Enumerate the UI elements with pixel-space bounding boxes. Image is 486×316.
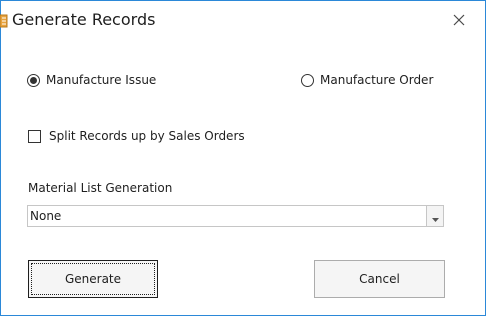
material-list-label: Material List Generation <box>28 181 173 195</box>
dropdown-arrow-icon <box>431 207 439 226</box>
radio-checked-icon <box>27 73 40 87</box>
material-list-dropdown[interactable]: None <box>27 205 444 227</box>
checkbox-unchecked-icon <box>28 129 41 143</box>
cancel-button-label: Cancel <box>359 272 400 286</box>
close-icon <box>453 11 465 30</box>
split-records-label: Split Records up by Sales Orders <box>49 129 245 143</box>
radio-unchecked-icon <box>301 73 314 87</box>
material-list-value: None <box>30 209 62 223</box>
close-button[interactable] <box>441 5 477 35</box>
manufacture-issue-label: Manufacture Issue <box>46 73 157 87</box>
dropdown-button[interactable] <box>426 206 443 226</box>
manufacture-order-label: Manufacture Order <box>320 73 434 87</box>
generate-button[interactable]: Generate <box>28 260 158 298</box>
title-bar: Generate Records <box>0 1 485 41</box>
window-title: Generate Records <box>12 10 156 29</box>
focus-ring <box>31 263 155 295</box>
cancel-button[interactable]: Cancel <box>314 260 445 298</box>
manufacture-order-radio[interactable]: Manufacture Order <box>301 72 433 88</box>
record-document-icon <box>0 13 8 28</box>
generate-records-dialog: Generate Records Manufacture Issue Manuf… <box>0 0 486 316</box>
split-records-checkbox[interactable]: Split Records up by Sales Orders <box>28 128 245 144</box>
dialog-body: Manufacture Issue Manufacture Order Spli… <box>1 41 485 315</box>
manufacture-issue-radio[interactable]: Manufacture Issue <box>27 72 156 88</box>
